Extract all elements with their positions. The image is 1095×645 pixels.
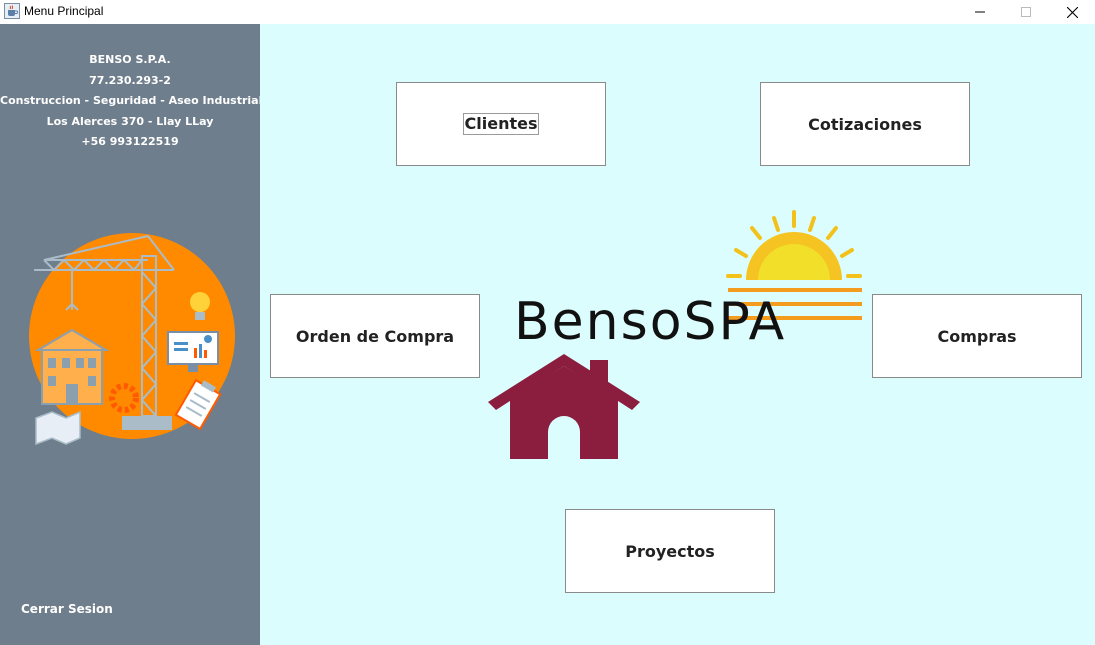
proyectos-label: Proyectos <box>625 541 715 561</box>
clientes-button[interactable]: Clientes <box>396 82 606 166</box>
window-title: Menu Principal <box>24 4 104 18</box>
clientes-label: Clientes <box>462 113 540 135</box>
maximize-button[interactable] <box>1003 0 1049 24</box>
maximize-icon <box>1021 7 1031 17</box>
orden-compra-button[interactable]: Orden de Compra <box>270 294 480 378</box>
company-info: BENSO S.P.A. 77.230.293-2 Construccion -… <box>0 50 263 153</box>
sidebar: BENSO S.P.A. 77.230.293-2 Construccion -… <box>0 24 263 645</box>
java-cup-icon <box>4 3 20 19</box>
company-phone: +56 993122519 <box>81 135 179 148</box>
company-description: Construccion - Seguridad - Aseo Industri… <box>0 94 263 107</box>
company-address: Los Alerces 370 - Llay LLay <box>46 114 214 128</box>
cotizaciones-label: Cotizaciones <box>808 114 922 134</box>
cotizaciones-button[interactable]: Cotizaciones <box>760 82 970 166</box>
compras-label: Compras <box>937 326 1017 346</box>
company-rut: 77.230.293-2 <box>89 73 171 87</box>
minimize-icon <box>975 11 985 13</box>
compras-button[interactable]: Compras <box>872 294 1082 378</box>
orden-compra-label: Orden de Compra <box>295 326 455 346</box>
main-panel: BensoSPA Clientes Cotizaciones Orden de … <box>260 24 1095 645</box>
construction-illustration <box>29 233 235 446</box>
company-name: BENSO S.P.A. <box>89 53 171 66</box>
proyectos-button[interactable]: Proyectos <box>565 509 775 593</box>
close-button[interactable] <box>1049 0 1095 24</box>
logo-text: BensoSPA <box>514 292 787 352</box>
minimize-button[interactable] <box>957 0 1003 24</box>
title-bar: Menu Principal <box>0 0 1095 24</box>
close-icon <box>1066 6 1078 18</box>
logout-link[interactable]: Cerrar Sesion <box>21 602 113 616</box>
